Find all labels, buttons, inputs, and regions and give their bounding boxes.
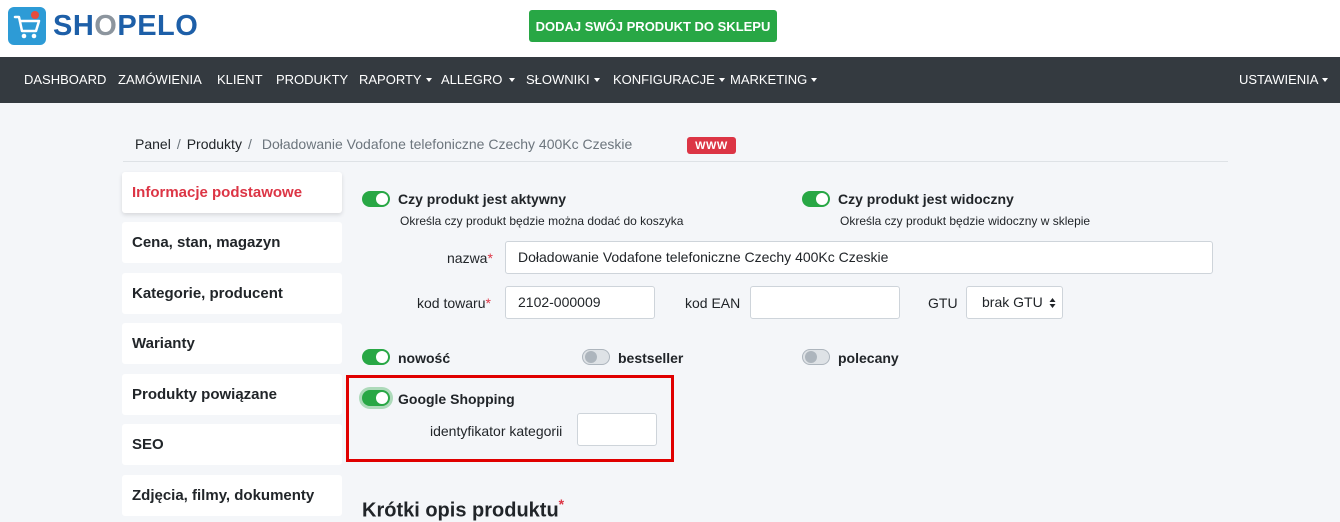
- nav-item-dashboard[interactable]: DASHBOARD: [24, 57, 106, 103]
- visible-toggle[interactable]: [802, 191, 830, 207]
- logo-text: SHOPELO: [53, 9, 199, 42]
- bestseller-label: bestseller: [618, 350, 684, 366]
- caret-down-icon: [593, 77, 600, 82]
- breadcrumb: Panel / Produkty / Doładowanie Vodafone tele…: [135, 136, 632, 152]
- toggle-knob: [805, 351, 817, 363]
- active-label: Czy produkt jest aktywny: [398, 191, 567, 207]
- sidebar-item-related[interactable]: Produkty powiązane: [122, 374, 342, 415]
- short-description-title: Krótki opis produktu*: [362, 496, 565, 522]
- active-hint: Określa czy produkt będzie można dodać d…: [400, 214, 684, 228]
- new-label: nowość: [398, 350, 451, 366]
- toggle-knob: [816, 193, 828, 205]
- shopelo-logo[interactable]: SHOPELO: [8, 6, 198, 46]
- recommended-label: polecany: [838, 350, 899, 366]
- active-toggle[interactable]: [362, 191, 390, 207]
- sidebar-item-price-stock[interactable]: Cena, stan, magazyn: [122, 222, 342, 263]
- cart-icon: [8, 7, 46, 45]
- caret-down-icon: [811, 77, 818, 82]
- main-navbar: DASHBOARD ZAMÓWIENIA KLIENT PRODUKTY RAP…: [0, 57, 1340, 103]
- nav-item-settings[interactable]: USTAWIENIA: [1239, 57, 1329, 103]
- nav-item-dictionaries[interactable]: SŁOWNIKI: [526, 57, 600, 103]
- nav-item-reports[interactable]: RAPORTY: [359, 57, 432, 103]
- breadcrumb-separator: /: [176, 136, 181, 152]
- nav-item-allegro[interactable]: ALLEGRO: [441, 57, 516, 103]
- sidebar-item-basic-info[interactable]: Informacje podstawowe: [122, 172, 342, 213]
- nav-item-configuration[interactable]: KONFIGURACJE: [613, 57, 725, 103]
- add-product-button[interactable]: DODAJ SWÓJ PRODUKT DO SKLEPU: [529, 10, 777, 42]
- bestseller-toggle[interactable]: [582, 349, 610, 365]
- breadcrumb-panel[interactable]: Panel: [135, 136, 171, 152]
- breadcrumb-divider: [123, 161, 1228, 162]
- caret-down-icon: [718, 77, 725, 82]
- toggle-knob: [376, 193, 388, 205]
- visible-label: Czy produkt jest widoczny: [838, 191, 1014, 207]
- name-label: nazwa*: [447, 250, 493, 266]
- gtu-selected-value: brak GTU: [982, 294, 1043, 310]
- top-header: SHOPELO DODAJ SWÓJ PRODUKT DO SKLEPU: [0, 0, 1340, 57]
- caret-down-icon: [1322, 77, 1329, 82]
- sidebar-item-categories[interactable]: Kategorie, producent: [122, 273, 342, 314]
- breadcrumb-separator: /: [247, 136, 252, 152]
- nav-item-client[interactable]: KLIENT: [217, 57, 263, 103]
- breadcrumb-current: Doładowanie Vodafone telefoniczne Czechy…: [261, 136, 633, 152]
- breadcrumb-products[interactable]: Produkty: [187, 136, 242, 152]
- gtu-select[interactable]: brak GTU: [966, 286, 1063, 319]
- code-label: kod towaru*: [417, 295, 491, 311]
- new-toggle[interactable]: [362, 349, 390, 365]
- gtu-label: GTU: [928, 295, 958, 311]
- visible-hint: Określa czy produkt będzie widoczny w sk…: [840, 214, 1091, 228]
- nav-item-marketing[interactable]: MARKETING: [730, 57, 818, 103]
- caret-down-icon: [509, 77, 516, 82]
- sidebar-item-media[interactable]: Zdjęcia, filmy, dokumenty: [122, 475, 342, 516]
- ean-label: kod EAN: [685, 295, 741, 311]
- caret-down-icon: [425, 77, 432, 82]
- sidebar-item-variants[interactable]: Warianty: [122, 323, 342, 364]
- ean-input[interactable]: [750, 286, 900, 319]
- toggle-knob: [376, 351, 388, 363]
- recommended-toggle[interactable]: [802, 349, 830, 365]
- code-input[interactable]: 2102-000009: [505, 286, 655, 319]
- select-arrows-icon: [1049, 298, 1056, 308]
- highlight-box: [346, 375, 674, 462]
- toggle-knob: [585, 351, 597, 363]
- nav-item-products[interactable]: PRODUKTY: [276, 57, 348, 103]
- www-badge[interactable]: WWW: [687, 137, 736, 154]
- sidebar-item-seo[interactable]: SEO: [122, 424, 342, 465]
- nav-item-orders[interactable]: ZAMÓWIENIA: [118, 57, 202, 103]
- name-input[interactable]: Doładowanie Vodafone telefoniczne Czechy…: [505, 241, 1213, 274]
